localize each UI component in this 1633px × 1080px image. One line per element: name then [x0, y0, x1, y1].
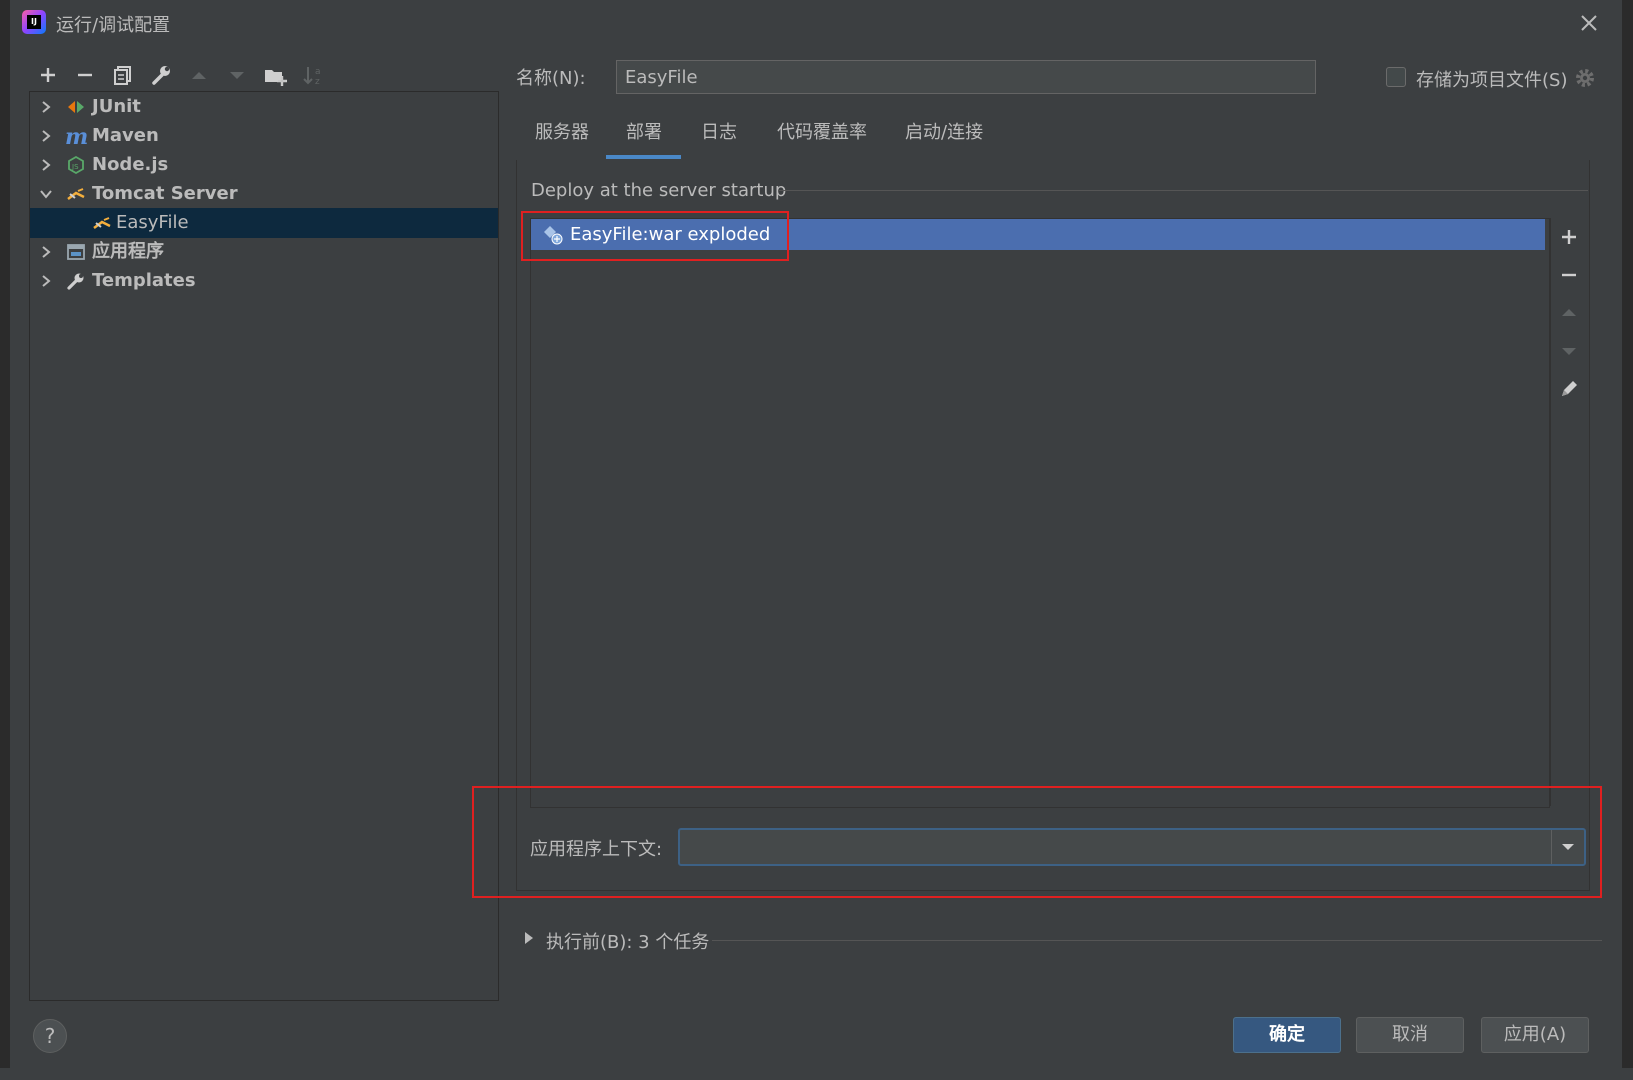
tree-item-label: Node.js: [92, 154, 169, 175]
tree-item-maven[interactable]: m Maven: [30, 121, 498, 151]
cancel-button[interactable]: 取消: [1356, 1017, 1464, 1053]
chevron-right-icon[interactable]: [38, 273, 54, 289]
junit-icon: [66, 98, 86, 116]
close-icon[interactable]: [1578, 12, 1600, 34]
configuration-tree: JUnit m Maven JS Node.js Tomcat Server E…: [29, 91, 499, 1001]
new-folder-icon[interactable]: [262, 62, 288, 88]
store-as-project-label[interactable]: 存储为项目文件(S): [1416, 66, 1567, 92]
chevron-right-icon[interactable]: [522, 930, 536, 946]
gear-icon[interactable]: [1573, 66, 1597, 90]
tree-item-templates[interactable]: Templates: [30, 266, 498, 296]
ide-status-strip: [0, 1068, 1633, 1080]
chevron-down-icon[interactable]: [38, 186, 54, 202]
maven-icon: m: [64, 125, 88, 147]
tree-item-easyfile[interactable]: EasyFile: [30, 208, 498, 238]
chevron-right-icon[interactable]: [38, 157, 54, 173]
tree-item-label: Maven: [92, 125, 159, 146]
help-button[interactable]: ?: [33, 1019, 67, 1053]
name-label: 名称(N):: [516, 68, 586, 89]
svg-text:m: m: [65, 125, 88, 147]
window-title: 运行/调试配置: [56, 15, 171, 36]
ide-background-left: [0, 0, 10, 1080]
title-bar: [10, 0, 1622, 46]
tomcat-icon: [92, 214, 112, 232]
intellij-logo-icon: IJ: [22, 10, 46, 34]
active-tab-indicator: [606, 155, 681, 159]
tab-server[interactable]: 服务器: [535, 120, 589, 160]
tab-logs[interactable]: 日志: [701, 120, 737, 160]
ok-button[interactable]: 确定: [1233, 1017, 1341, 1053]
before-launch-separator: [712, 940, 1602, 941]
move-down-icon[interactable]: [1557, 339, 1581, 363]
tree-item-tomcat-server[interactable]: Tomcat Server: [30, 179, 498, 209]
application-icon: [66, 243, 86, 261]
tab-code-coverage[interactable]: 代码覆盖率: [777, 120, 867, 160]
tree-item-label: 应用程序: [92, 241, 164, 262]
tab-deployment[interactable]: 部署: [626, 120, 662, 160]
svg-text:z: z: [315, 77, 320, 87]
apply-button[interactable]: 应用(A): [1481, 1017, 1589, 1053]
move-up-icon[interactable]: [186, 62, 212, 88]
section-separator: [778, 190, 1588, 191]
tree-item-label: JUnit: [92, 96, 141, 117]
wrench-icon[interactable]: [148, 62, 174, 88]
move-up-icon[interactable]: [1557, 301, 1581, 325]
add-icon[interactable]: [1557, 225, 1581, 249]
name-input[interactable]: EasyFile: [616, 60, 1316, 94]
svg-text:JS: JS: [71, 163, 79, 171]
highlight-box-artifact: [521, 211, 789, 261]
svg-text:a: a: [315, 67, 321, 77]
move-down-icon[interactable]: [224, 62, 250, 88]
remove-icon[interactable]: [72, 62, 98, 88]
add-icon[interactable]: [35, 62, 61, 88]
nodejs-icon: JS: [66, 156, 86, 174]
deploy-artifact-list[interactable]: [530, 218, 1550, 808]
chevron-right-icon[interactable]: [38, 128, 54, 144]
highlight-box-context: [472, 786, 1602, 898]
tree-item-junit[interactable]: JUnit: [30, 92, 498, 122]
store-as-project-checkbox[interactable]: [1386, 67, 1406, 87]
tree-item-label: Tomcat Server: [92, 183, 238, 204]
copy-icon[interactable]: [110, 62, 136, 88]
tree-item-label: EasyFile: [116, 212, 189, 233]
sort-icon[interactable]: az: [300, 62, 326, 88]
tomcat-icon: [66, 185, 86, 203]
deploy-section-title: Deploy at the server startup: [531, 180, 787, 201]
edit-icon[interactable]: [1557, 377, 1581, 401]
wrench-icon: [66, 272, 86, 290]
chevron-right-icon[interactable]: [38, 99, 54, 115]
tree-item-application[interactable]: 应用程序: [30, 237, 498, 267]
tab-startup-connection[interactable]: 启动/连接: [905, 120, 983, 160]
remove-icon[interactable]: [1557, 263, 1581, 287]
ide-background-right: [1622, 0, 1633, 1080]
tree-item-nodejs[interactable]: JS Node.js: [30, 150, 498, 180]
chevron-right-icon[interactable]: [38, 244, 54, 260]
before-launch-label[interactable]: 执行前(B): 3 个任务: [546, 928, 709, 954]
tree-item-label: Templates: [92, 270, 196, 291]
